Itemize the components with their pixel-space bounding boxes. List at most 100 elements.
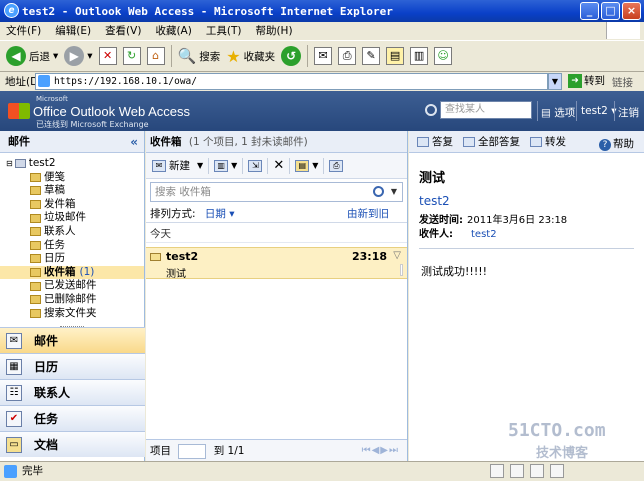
folder-notes[interactable]: 便笺	[0, 171, 144, 185]
page-number-input[interactable]	[178, 443, 207, 459]
folder-contacts[interactable]: 联系人	[0, 225, 144, 239]
menu-edit[interactable]: 编辑(E)	[55, 23, 91, 38]
close-button[interactable]: ×	[622, 2, 641, 20]
favorites-label: 收藏夹	[243, 50, 276, 63]
nav-documents[interactable]: ▭ 文档	[0, 431, 145, 457]
view-button[interactable]: ▥ ▼	[214, 157, 237, 175]
home-icon[interactable]: ⌂	[146, 47, 165, 65]
check-messages-button[interactable]: ▤ ▼	[295, 157, 318, 175]
options-link[interactable]: ▤ 选项	[541, 105, 575, 120]
find-people-input[interactable]: 查找某人	[440, 101, 532, 119]
navigation-header: 邮件 «	[0, 131, 144, 153]
watermark: 51CTO.com 技术博客	[508, 420, 638, 470]
message-subject: 测试	[166, 269, 186, 280]
nav-calendar[interactable]: ▦ 日历	[0, 353, 145, 379]
pagination-arrows[interactable]: ⏮◀▶⏭	[362, 440, 399, 462]
tree-collapse-icon[interactable]: ⊟	[6, 157, 13, 171]
folder-deleted[interactable]: 已删除邮件	[0, 293, 144, 307]
menu-tools[interactable]: 工具(T)	[206, 23, 242, 38]
refresh-icon[interactable]: ↻	[122, 47, 141, 65]
nav-tasks[interactable]: ✔ 任务	[0, 405, 145, 431]
folder-drafts[interactable]: 草稿	[0, 184, 144, 198]
message-row[interactable]: test2 23:18 ▽ 测试	[146, 247, 407, 280]
help-link[interactable]: ? 帮助	[599, 136, 634, 151]
search-icon[interactable]	[373, 186, 384, 197]
research-icon[interactable]: ▥	[410, 47, 429, 65]
maximize-button[interactable]: □	[601, 2, 620, 20]
folder-calendar[interactable]: 日历	[0, 252, 144, 266]
product-label: Office Outlook Web Access	[33, 103, 191, 119]
links-button[interactable]: 链接	[612, 75, 633, 90]
star-icon: ★	[226, 46, 241, 66]
folder-tasks[interactable]: 任务	[0, 239, 144, 253]
address-dropdown[interactable]: ▼	[548, 73, 562, 90]
reply-all-icon	[463, 137, 475, 147]
reply-button[interactable]: 答复	[417, 134, 453, 149]
move-to-folder-icon[interactable]: ⇲	[248, 159, 263, 172]
folder-inbox[interactable]: 收件箱 (1)	[0, 265, 144, 280]
search-icon: 🔍	[177, 47, 197, 65]
user-menu[interactable]: test2 ▾	[581, 105, 616, 117]
folder-sent[interactable]: 已发送邮件	[0, 279, 144, 293]
chevron-down-icon[interactable]: ▾	[53, 50, 58, 62]
folder-outbox[interactable]: 发件箱	[0, 198, 144, 212]
chevron-down-icon[interactable]: ▼	[312, 161, 318, 170]
logout-link[interactable]: 注销	[618, 105, 639, 120]
forward-button[interactable]: ▶ ▾	[64, 43, 93, 69]
favorites-button[interactable]: ★ 收藏夹	[226, 43, 275, 69]
address-input[interactable]: https://192.168.10.1/owa/	[35, 73, 548, 90]
back-arrow-icon: ◀	[6, 46, 26, 66]
back-button[interactable]: ◀ 后退 ▾	[6, 43, 58, 69]
chevron-down-icon[interactable]: ▼	[391, 183, 397, 201]
history-icon[interactable]: ↺	[281, 46, 302, 66]
discuss-icon[interactable]: ▤	[386, 47, 405, 65]
folder-junk[interactable]: 垃圾邮件	[0, 211, 144, 225]
chevron-down-icon[interactable]: ▼	[197, 161, 203, 170]
mail-icon: ✉	[6, 332, 22, 349]
category-box[interactable]	[400, 264, 403, 276]
view-icon: ▥	[214, 159, 229, 172]
product-name: Office Outlook Web Access	[8, 103, 190, 119]
minimize-button[interactable]: _	[580, 2, 599, 20]
stop-icon[interactable]: ✕	[98, 47, 117, 65]
sort-bar: 排列方式: 日期 ▾ 由新到旧	[146, 205, 407, 223]
owa-header: Microsoft Office Outlook Web Access 已连线到…	[0, 91, 644, 131]
print-icon[interactable]: ⎙	[338, 47, 357, 65]
chevron-down-icon[interactable]: ▼	[231, 161, 237, 170]
print-icon[interactable]: ⎙	[329, 159, 344, 172]
search-box[interactable]: 搜索 收件箱 ▼ »	[150, 182, 418, 202]
toolbar-separator	[170, 45, 172, 67]
menu-favorites[interactable]: 收藏(A)	[155, 23, 191, 38]
delete-icon[interactable]: ✕	[273, 158, 284, 173]
new-button[interactable]: ✉ 新建 ▼	[152, 157, 203, 175]
chevron-down-icon[interactable]: ▾	[87, 50, 92, 62]
to-value[interactable]: test2	[471, 229, 497, 240]
search-input[interactable]: 搜索 收件箱	[155, 186, 211, 198]
menu-view[interactable]: 查看(V)	[105, 23, 141, 38]
address-book-icon[interactable]	[425, 104, 437, 116]
reply-all-button[interactable]: 全部答复	[463, 134, 520, 149]
mailbox-icon	[14, 159, 26, 169]
reply-icon	[417, 137, 429, 147]
nav-contacts[interactable]: ☷ 联系人	[0, 379, 145, 405]
forward-button[interactable]: 转发	[530, 134, 566, 149]
menu-file[interactable]: 文件(F)	[6, 23, 41, 38]
new-message-icon: ✉	[152, 159, 166, 172]
go-button[interactable]: ➜ 转到	[568, 73, 605, 88]
envelope-icon	[150, 253, 161, 261]
sort-order[interactable]: 由新到旧	[347, 205, 389, 223]
mail-icon[interactable]: ✉	[314, 47, 333, 65]
collapse-icon[interactable]: «	[130, 131, 138, 153]
menu-help[interactable]: 帮助(H)	[255, 23, 292, 38]
search-button[interactable]: 🔍 搜索	[178, 43, 221, 69]
folder-root[interactable]: ⊟ test2	[0, 157, 144, 171]
sort-field[interactable]: 日期 ▾	[205, 208, 235, 220]
watermark-line-1: 51CTO.com	[508, 420, 606, 441]
message-from[interactable]: test2	[419, 194, 634, 208]
nav-mail[interactable]: ✉ 邮件	[0, 327, 145, 353]
edit-icon[interactable]: ✎	[362, 47, 381, 65]
check-messages-icon: ▤	[295, 159, 310, 172]
folder-search[interactable]: 搜索文件夹	[0, 307, 144, 321]
flag-icon[interactable]: ▽	[393, 250, 401, 261]
messenger-icon[interactable]: ☺	[434, 47, 453, 65]
